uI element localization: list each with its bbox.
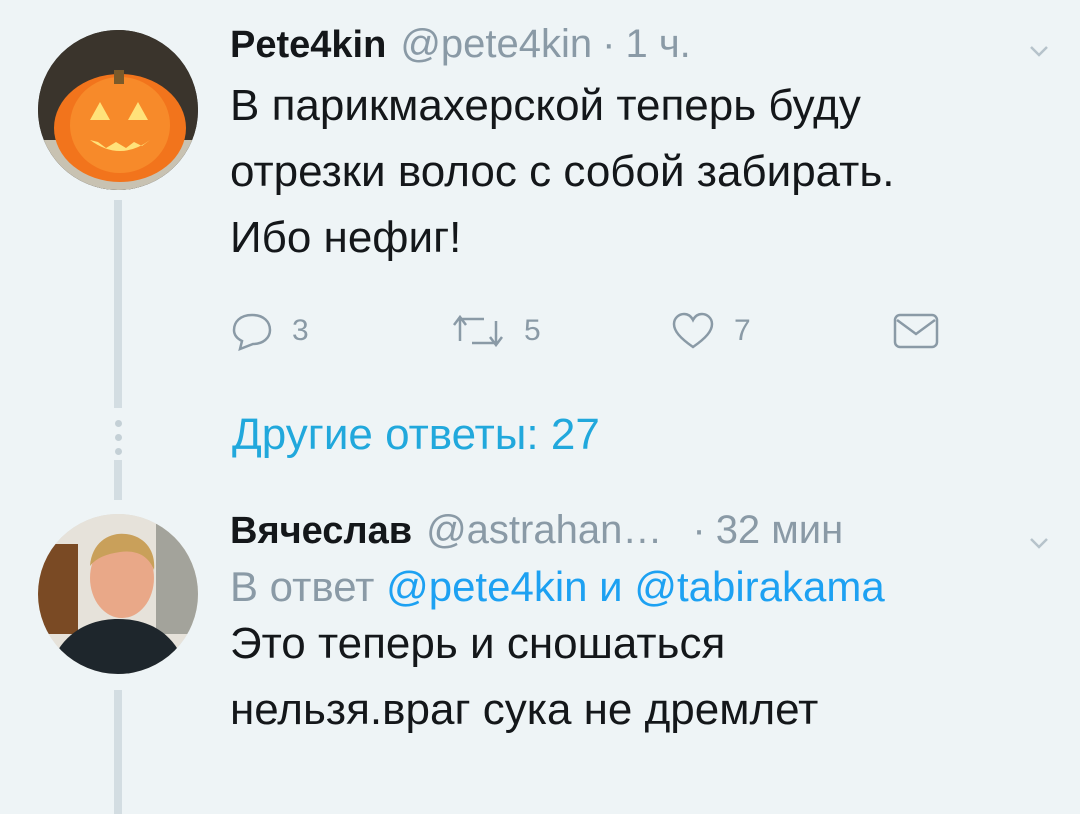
direct-message-button[interactable] (892, 312, 940, 350)
avatar-pete4kin[interactable] (38, 30, 198, 190)
like-button[interactable]: 7 (670, 311, 892, 351)
author-handle[interactable]: @pete4kin (400, 22, 592, 67)
tweet-header: Pete4kin @pete4kin · 1 ч. (230, 22, 1050, 67)
thread-dots (112, 420, 124, 462)
tweet-text-line: В парикмахерской теперь буду (230, 81, 861, 130)
reply-prefix: В ответ (230, 563, 387, 610)
tweet-time[interactable]: 32 мин (716, 508, 844, 553)
like-count: 7 (734, 314, 751, 347)
thread-line-mid (114, 460, 122, 500)
chevron-down-icon[interactable] (1028, 532, 1050, 554)
tweet-actions: 3 5 7 (230, 311, 1050, 351)
tweet-header: Вячеслав @astrahan… · 32 мин (230, 508, 1050, 553)
chevron-down-icon[interactable] (1028, 40, 1050, 62)
reply-context: В ответ @pete4kin и @tabirakama (230, 563, 1050, 611)
meta-separator: · (692, 508, 706, 552)
avatar-vyacheslav[interactable] (38, 514, 198, 674)
tweet-vyacheslav[interactable]: Вячеслав @astrahan… · 32 мин В ответ @pe… (230, 508, 1050, 743)
tweet-text: Это теперь и сношаться нельзя.враг сука … (230, 611, 1050, 743)
reply-button[interactable]: 3 (230, 311, 450, 351)
reply-count: 3 (292, 314, 309, 347)
author-name[interactable]: Pete4kin (230, 24, 386, 67)
retweet-count: 5 (524, 314, 541, 347)
tweet-text-line: нельзя.враг сука не дремлет (230, 685, 819, 734)
tweet-text: В парикмахерской теперь буду отрезки вол… (230, 73, 1050, 271)
tweet-text-line: отрезки волос с собой забирать. (230, 147, 895, 196)
envelope-icon (893, 313, 939, 349)
reply-conjunction: и (587, 563, 635, 610)
pumpkin-avatar-image (38, 30, 198, 190)
tweet-text-line: Ибо нефиг! (230, 213, 462, 262)
retweet-button[interactable]: 5 (450, 311, 670, 351)
tweet-time[interactable]: 1 ч. (625, 22, 690, 67)
tweet-text-line: Это теперь и сношаться (230, 619, 726, 668)
thread-line-bottom (114, 690, 122, 814)
author-handle[interactable]: @astrahan… (426, 508, 662, 553)
author-name[interactable]: Вячеслав (230, 510, 412, 553)
reply-icon (232, 313, 272, 351)
retweet-icon (453, 314, 503, 348)
mention-link[interactable]: @tabirakama (634, 563, 884, 610)
person-avatar-image (38, 514, 198, 674)
tweet-pete4kin[interactable]: Pete4kin @pete4kin · 1 ч. В парикмахерск… (230, 22, 1050, 351)
mention-link[interactable]: @pete4kin (386, 563, 587, 610)
more-replies-link[interactable]: Другие ответы: 27 (232, 410, 600, 460)
heart-icon (672, 312, 714, 349)
thread-line-top (114, 200, 122, 408)
meta-separator: · (602, 22, 616, 66)
